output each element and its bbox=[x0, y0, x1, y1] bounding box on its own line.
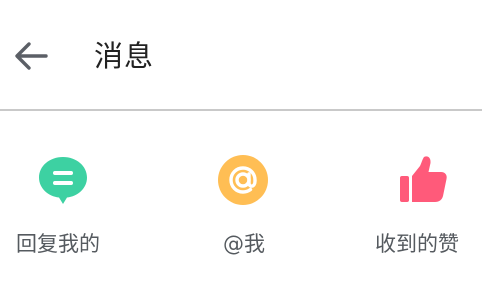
header-divider bbox=[0, 109, 482, 111]
at-sign-icon bbox=[218, 155, 268, 205]
top-bar: 消息 bbox=[0, 0, 482, 109]
entry-label: @我 bbox=[223, 232, 265, 256]
entry-replies[interactable]: 回复我的 bbox=[0, 150, 130, 270]
entry-likes[interactable]: 收到的赞 bbox=[360, 150, 482, 270]
messages-page: 消息 回复我的 @我 收到的赞 bbox=[0, 0, 482, 281]
arrow-left-icon bbox=[15, 42, 48, 70]
page-title: 消息 bbox=[94, 39, 155, 73]
entry-mentions[interactable]: @我 bbox=[190, 150, 300, 270]
thumbs-up-icon bbox=[400, 156, 447, 202]
chat-bubble-icon bbox=[39, 157, 87, 204]
back-button[interactable] bbox=[8, 34, 52, 78]
entry-label: 收到的赞 bbox=[375, 232, 459, 256]
entry-label: 回复我的 bbox=[16, 232, 100, 256]
